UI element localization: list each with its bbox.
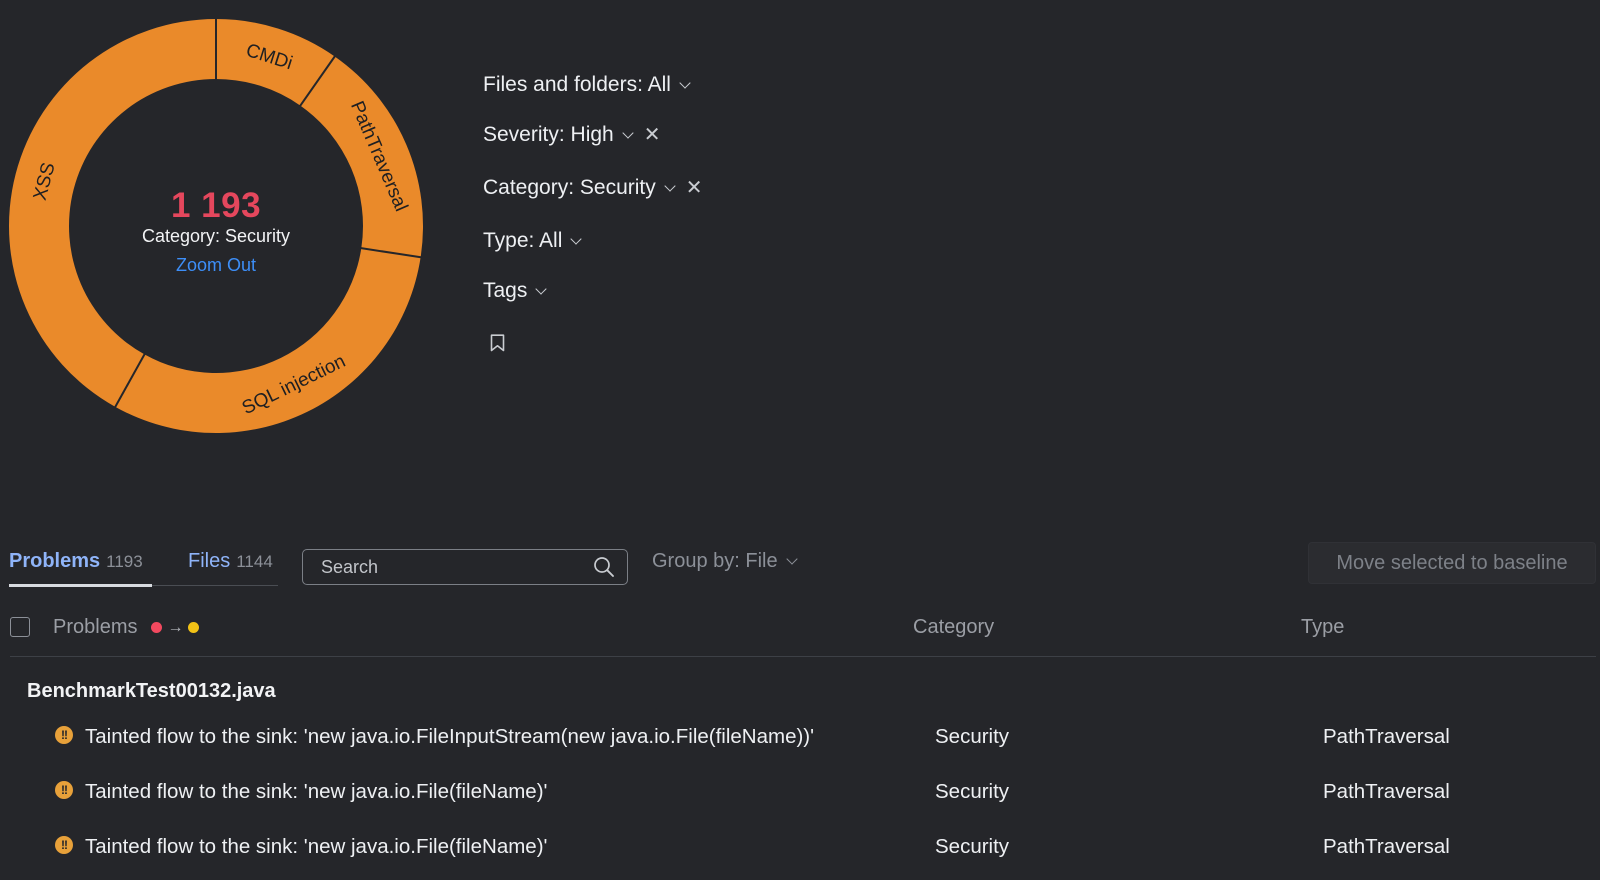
filter-files-folders[interactable]: Files and folders: All	[483, 70, 691, 100]
donut-center: 1 193 Category: Security Zoom Out	[116, 186, 316, 276]
filter-severity-label: Severity: High	[483, 123, 614, 146]
group-by-dropdown[interactable]: Group by: File	[652, 550, 798, 573]
column-header-problems[interactable]: Problems →	[53, 616, 200, 639]
close-icon[interactable]: ✕	[686, 178, 703, 198]
close-icon[interactable]: ✕	[644, 125, 661, 145]
warning-icon: !!	[55, 781, 73, 799]
center-category-label: Category: Security	[141, 226, 291, 246]
table-header: Problems → Category Type	[0, 612, 1600, 646]
zoom-out-link[interactable]: Zoom Out	[116, 255, 316, 276]
search-input[interactable]	[319, 555, 593, 579]
problem-total: 1 193	[170, 186, 262, 225]
filter-tags-label: Tags	[483, 279, 528, 302]
chevron-down-icon[interactable]	[664, 179, 676, 192]
tab-divider	[152, 585, 278, 586]
header-divider	[10, 656, 1596, 657]
filter-files-folders-label: Files and folders: All	[483, 73, 671, 96]
table-row[interactable]: !! Tainted flow to the sink: 'new java.i…	[0, 829, 1600, 869]
table-row[interactable]: !! Tainted flow to the sink: 'new java.i…	[0, 774, 1600, 814]
filter-category-label: Category: Security	[483, 176, 656, 199]
tab-files-count: 1144	[236, 552, 273, 571]
tab-files-label: Files	[188, 550, 231, 572]
problem-category: Security	[935, 725, 1010, 748]
bookmark-icon[interactable]	[490, 334, 505, 352]
column-header-category[interactable]: Category	[913, 616, 994, 639]
file-group-name[interactable]: BenchmarkTest00132.java	[27, 680, 276, 703]
category-donut-chart[interactable]: CMDi PathTraversal SQL injection XSS 1 193 …	[0, 0, 440, 440]
arrow-right-icon: →	[167, 618, 184, 636]
donut-segment-pathtraversal[interactable]	[300, 56, 423, 258]
select-all-checkbox[interactable]	[10, 617, 30, 637]
search-field[interactable]	[302, 549, 628, 585]
column-header-problems-label: Problems	[53, 616, 138, 638]
problem-category: Security	[935, 835, 1010, 858]
filter-category[interactable]: Category: Security ✕	[483, 173, 703, 203]
tab-problems-count: 1193	[106, 552, 143, 571]
move-to-baseline-button[interactable]: Move selected to baseline	[1308, 542, 1596, 584]
chevron-down-icon[interactable]	[679, 76, 691, 89]
problem-description: Tainted flow to the sink: 'new java.io.F…	[85, 780, 548, 803]
chevron-down-icon[interactable]	[622, 126, 634, 139]
problem-type: PathTraversal	[1323, 780, 1450, 803]
tab-problems-label: Problems	[9, 550, 101, 572]
chevron-down-icon[interactable]	[785, 553, 798, 565]
tab-problems[interactable]: Problems 1193	[9, 550, 143, 573]
problem-description: Tainted flow to the sink: 'new java.io.F…	[85, 725, 815, 748]
filter-type[interactable]: Type: All	[483, 226, 583, 256]
problem-description: Tainted flow to the sink: 'new java.io.F…	[85, 835, 548, 858]
warning-icon: !!	[55, 836, 73, 854]
group-by-label: Group by: File	[652, 550, 778, 572]
column-header-type[interactable]: Type	[1301, 616, 1344, 639]
filter-type-label: Type: All	[483, 229, 563, 252]
problem-type: PathTraversal	[1323, 725, 1450, 748]
severity-high-dot-icon	[151, 622, 163, 633]
warning-icon: !!	[55, 726, 73, 744]
tab-files[interactable]: Files 1144	[188, 550, 273, 573]
problem-category: Security	[935, 780, 1010, 803]
problem-type: PathTraversal	[1323, 835, 1450, 858]
filter-tags[interactable]: Tags	[483, 276, 548, 306]
active-tab-indicator	[9, 584, 152, 587]
chevron-down-icon[interactable]	[570, 232, 583, 245]
search-icon[interactable]	[593, 556, 615, 578]
filter-severity[interactable]: Severity: High ✕	[483, 120, 660, 150]
chevron-down-icon[interactable]	[535, 282, 548, 295]
severity-low-dot-icon	[188, 622, 200, 633]
table-row[interactable]: !! Tainted flow to the sink: 'new java.i…	[0, 719, 1600, 759]
